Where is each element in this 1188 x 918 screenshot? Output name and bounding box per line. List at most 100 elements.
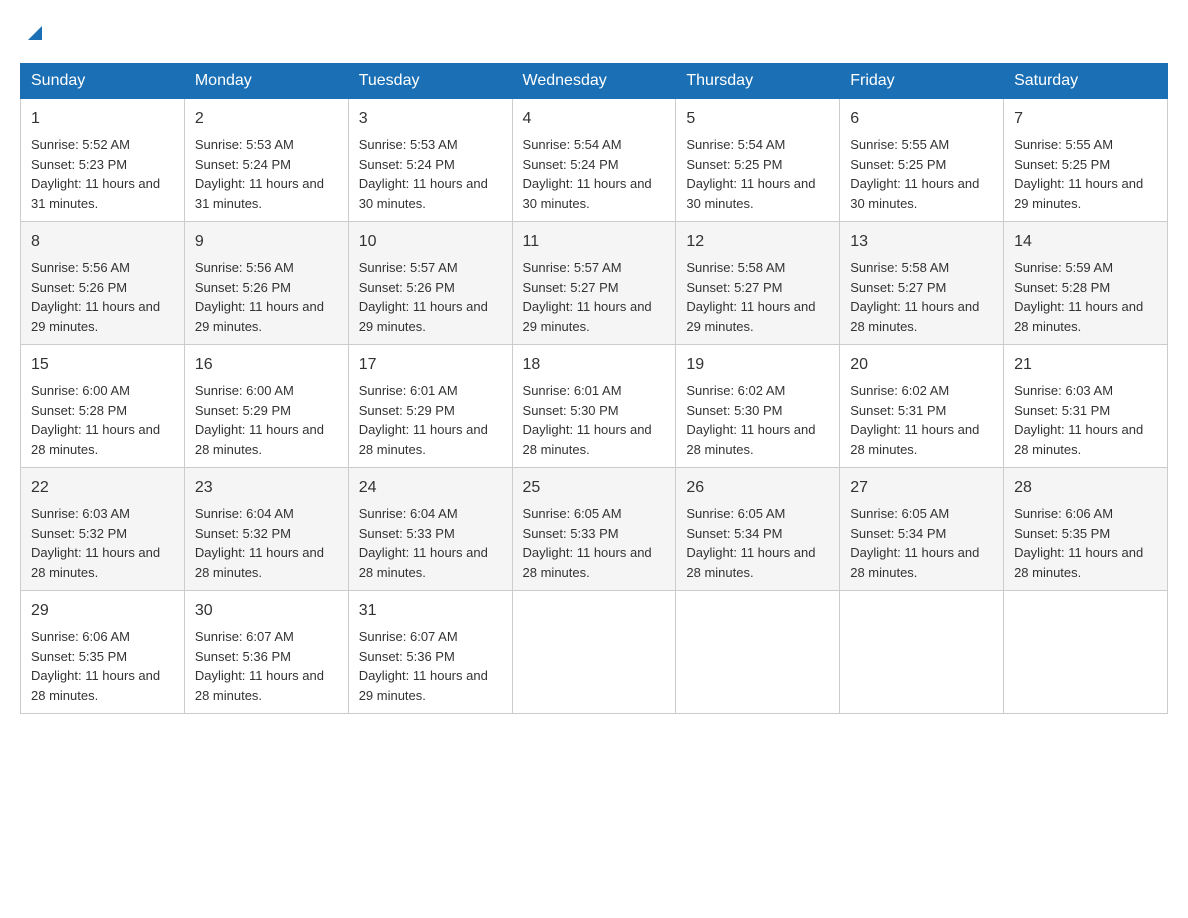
calendar-day-cell: 22Sunrise: 6:03 AMSunset: 5:32 PMDayligh… [21,468,185,591]
sunrise-info: Sunrise: 5:56 AM [195,260,294,275]
daylight-info: Daylight: 11 hours and 28 minutes. [523,545,652,580]
daylight-info: Daylight: 11 hours and 28 minutes. [359,422,488,457]
day-number: 13 [850,230,993,254]
sunrise-info: Sunrise: 6:04 AM [359,506,458,521]
calendar-day-cell: 18 Sunrise: 6:01 AM Sunset: 5:30 PM Dayligh… [512,345,676,468]
calendar-day-cell [676,591,840,714]
daylight-info: Daylight: 11 hours and 30 minutes. [686,176,815,211]
day-number: 15 [31,353,174,377]
daylight-info: Daylight: 11 hours and 29 minutes. [686,299,815,334]
sunrise-info: Sunrise: 5:53 AM [195,137,294,152]
daylight-info: Daylight: 11 hours and 28 minutes. [686,545,815,580]
logo-triangle-icon [24,24,46,47]
daylight-info: Daylight: 11 hours and 29 minutes. [523,299,652,334]
col-monday: Monday [184,64,348,99]
sunrise-info: Sunrise: 5:55 AM [850,137,949,152]
day-number: 8 [31,230,174,254]
sunset-info: Sunset: 5:27 PM [850,280,946,295]
daylight-info: Daylight: 11 hours and 29 minutes. [359,668,488,703]
calendar-day-cell: 27Sunrise: 6:05 AMSunset: 5:34 PMDayligh… [840,468,1004,591]
day-number: 10 [359,230,502,254]
sunset-info: Sunset: 5:25 PM [686,157,782,172]
col-friday: Friday [840,64,1004,99]
day-number: 18 [523,353,666,377]
calendar-day-cell: 19Sunrise: 6:02 AMSunset: 5:30 PMDayligh… [676,345,840,468]
calendar-week-row: 29Sunrise: 6:06 AMSunset: 5:35 PMDayligh… [21,591,1168,714]
sunrise-info: Sunrise: 6:06 AM [1014,506,1113,521]
sunset-info: Sunset: 5:31 PM [1014,403,1110,418]
calendar-day-cell: 28 Sunrise: 6:06 AM Sunset: 5:35 PM Dayligh… [1004,468,1168,591]
page-header [20,20,1168,47]
sunset-info: Sunset: 5:25 PM [850,157,946,172]
sunrise-info: Sunrise: 6:05 AM [523,506,622,521]
calendar-day-cell [840,591,1004,714]
calendar-week-row: 8 Sunrise: 5:56 AM Sunset: 5:26 PM Daylight… [21,222,1168,345]
day-number: 31 [359,599,502,623]
sunset-info: Sunset: 5:36 PM [359,649,455,664]
day-number: 4 [523,107,666,131]
calendar-day-cell: 25Sunrise: 6:05 AMSunset: 5:33 PMDayligh… [512,468,676,591]
daylight-info: Daylight: 11 hours and 28 minutes. [850,545,979,580]
calendar-table: Sunday Monday Tuesday Wednesday Thursday… [20,63,1168,714]
calendar-day-cell: 17Sunrise: 6:01 AMSunset: 5:29 PMDayligh… [348,345,512,468]
day-number: 16 [195,353,338,377]
sunrise-info: Sunrise: 5:53 AM [359,137,458,152]
daylight-info: Daylight: 11 hours and 28 minutes. [195,668,324,703]
day-number: 28 [1014,476,1157,500]
daylight-info: Daylight: 11 hours and 28 minutes. [1014,545,1143,580]
sunset-info: Sunset: 5:24 PM [359,157,455,172]
sunset-info: Sunset: 5:36 PM [195,649,291,664]
sunset-info: Sunset: 5:28 PM [31,403,127,418]
sunrise-info: Sunrise: 6:05 AM [686,506,785,521]
day-number: 9 [195,230,338,254]
daylight-info: Daylight: 11 hours and 28 minutes. [850,422,979,457]
calendar-day-cell: 12Sunrise: 5:58 AMSunset: 5:27 PMDayligh… [676,222,840,345]
sunset-info: Sunset: 5:27 PM [523,280,619,295]
sunset-info: Sunset: 5:29 PM [195,403,291,418]
sunset-info: Sunset: 5:26 PM [195,280,291,295]
calendar-day-cell: 2Sunrise: 5:53 AMSunset: 5:24 PMDaylight… [184,99,348,222]
day-number: 20 [850,353,993,377]
daylight-info: Daylight: 11 hours and 28 minutes. [359,545,488,580]
day-number: 3 [359,107,502,131]
daylight-info: Daylight: 11 hours and 29 minutes. [1014,176,1143,211]
sunset-info: Sunset: 5:35 PM [1014,526,1110,541]
daylight-info: Daylight: 11 hours and 29 minutes. [195,299,324,334]
daylight-info: Daylight: 11 hours and 29 minutes. [31,299,160,334]
calendar-day-cell: 4Sunrise: 5:54 AMSunset: 5:24 PMDaylight… [512,99,676,222]
sunrise-info: Sunrise: 5:59 AM [1014,260,1113,275]
daylight-info: Daylight: 11 hours and 30 minutes. [850,176,979,211]
day-number: 12 [686,230,829,254]
sunrise-info: Sunrise: 6:06 AM [31,629,130,644]
sunset-info: Sunset: 5:34 PM [686,526,782,541]
sunset-info: Sunset: 5:30 PM [686,403,782,418]
sunrise-info: Sunrise: 6:01 AM [523,383,622,398]
calendar-day-cell: 11Sunrise: 5:57 AMSunset: 5:27 PMDayligh… [512,222,676,345]
sunrise-info: Sunrise: 6:02 AM [686,383,785,398]
sunrise-info: Sunrise: 5:54 AM [523,137,622,152]
sunrise-info: Sunrise: 6:05 AM [850,506,949,521]
daylight-info: Daylight: 11 hours and 28 minutes. [523,422,652,457]
sunset-info: Sunset: 5:23 PM [31,157,127,172]
sunset-info: Sunset: 5:27 PM [686,280,782,295]
day-number: 19 [686,353,829,377]
calendar-day-cell: 5Sunrise: 5:54 AMSunset: 5:25 PMDaylight… [676,99,840,222]
sunrise-info: Sunrise: 6:00 AM [195,383,294,398]
sunset-info: Sunset: 5:30 PM [523,403,619,418]
calendar-week-row: 1Sunrise: 5:52 AMSunset: 5:23 PMDaylight… [21,99,1168,222]
calendar-day-cell: 30Sunrise: 6:07 AMSunset: 5:36 PMDayligh… [184,591,348,714]
calendar-week-row: 22Sunrise: 6:03 AMSunset: 5:32 PMDayligh… [21,468,1168,591]
calendar-day-cell: 26 Sunrise: 6:05 AM Sunset: 5:34 PM Dayligh… [676,468,840,591]
sunrise-info: Sunrise: 6:07 AM [195,629,294,644]
day-number: 6 [850,107,993,131]
sunset-info: Sunset: 5:26 PM [31,280,127,295]
daylight-info: Daylight: 11 hours and 28 minutes. [195,422,324,457]
calendar-day-cell: 16 Sunrise: 6:00 AM Sunset: 5:29 PM Dayligh… [184,345,348,468]
sunrise-info: Sunrise: 6:03 AM [31,506,130,521]
day-number: 26 [686,476,829,500]
calendar-header-row: Sunday Monday Tuesday Wednesday Thursday… [21,64,1168,99]
sunset-info: Sunset: 5:31 PM [850,403,946,418]
sunset-info: Sunset: 5:24 PM [195,157,291,172]
calendar-day-cell: 31Sunrise: 6:07 AMSunset: 5:36 PMDayligh… [348,591,512,714]
calendar-day-cell: 3Sunrise: 5:53 AMSunset: 5:24 PMDaylight… [348,99,512,222]
